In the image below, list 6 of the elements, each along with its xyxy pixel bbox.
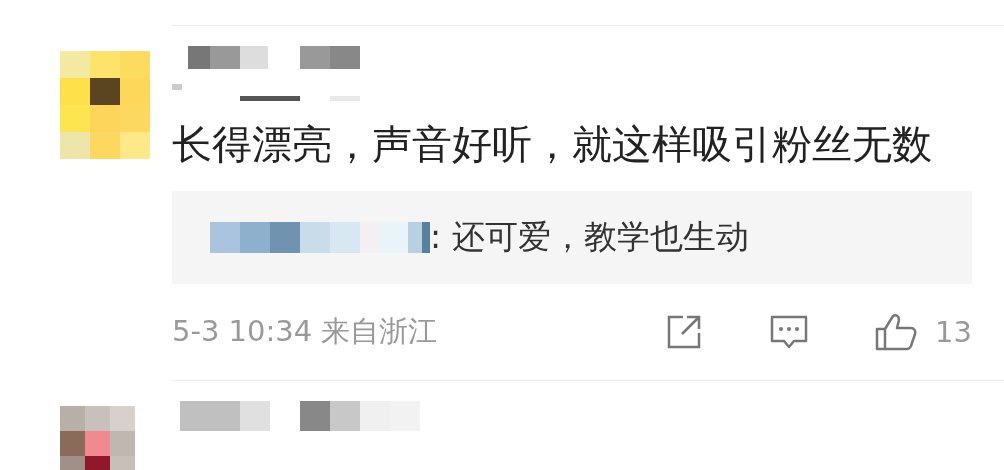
- comment-time: 5-3 10:34 来自浙江: [172, 313, 439, 350]
- thumbs-up-icon: [875, 313, 918, 351]
- comment-text: 长得漂亮，声音好听，就这样吸引粉丝无数: [172, 120, 933, 169]
- reply-text: : 还可爱，教学也生动: [430, 216, 749, 258]
- comment-icon[interactable]: [770, 314, 809, 350]
- like-button[interactable]: 13: [875, 313, 972, 351]
